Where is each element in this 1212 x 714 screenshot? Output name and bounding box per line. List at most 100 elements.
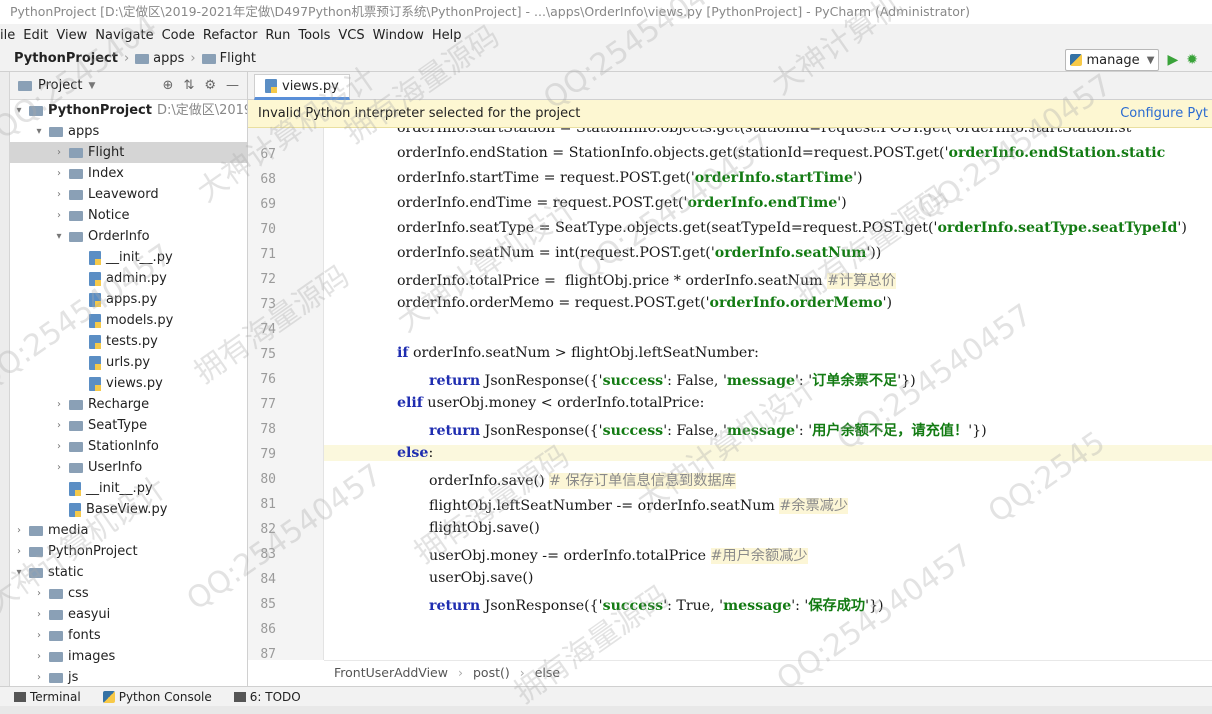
menu-help[interactable]: Help	[428, 28, 466, 43]
menu-refactor[interactable]: Refactor	[199, 28, 262, 43]
string-literal: message	[726, 423, 796, 439]
chevron-right-icon[interactable]: ›	[54, 394, 64, 415]
gear-icon[interactable]: ⚙	[204, 78, 216, 93]
tree-item[interactable]: tests.py	[10, 331, 158, 352]
tree-item[interactable]: › media	[10, 520, 89, 541]
tree-item[interactable]: ▾ OrderInfo	[10, 226, 149, 247]
tree-item[interactable]: › PythonProject	[10, 541, 138, 562]
nav-item[interactable]: Flight	[201, 51, 256, 66]
chevron-right-icon[interactable]: ›	[54, 184, 64, 205]
tree-item[interactable]: BaseView.py	[10, 499, 167, 520]
locate-icon[interactable]: ⊕	[163, 78, 174, 93]
code-line: flightObj.save()	[429, 520, 540, 536]
tree-item[interactable]: › Recharge	[10, 394, 149, 415]
menu-run[interactable]: Run	[261, 28, 294, 43]
tree-item[interactable]: __init__.py	[10, 478, 153, 499]
tree-item[interactable]: › easyui	[10, 604, 110, 625]
tree-item[interactable]: urls.py	[10, 352, 150, 373]
chevron-right-icon[interactable]: ›	[34, 583, 44, 604]
folder-icon	[69, 210, 83, 221]
chevron-right-icon[interactable]: ›	[14, 541, 24, 562]
expand-down-icon[interactable]: ▾	[14, 562, 24, 583]
chevron-right-icon[interactable]: ›	[54, 142, 64, 163]
expand-down-icon[interactable]: ▾	[14, 100, 24, 121]
tree-item[interactable]: › Notice	[10, 205, 130, 226]
tree-item[interactable]: › images	[10, 646, 115, 667]
folder-icon	[49, 651, 63, 662]
chevron-right-icon[interactable]: ›	[34, 604, 44, 625]
chevron-right-icon[interactable]: ›	[54, 436, 64, 457]
tree-item[interactable]: › SeatType	[10, 415, 147, 436]
chevron-right-icon[interactable]: ›	[54, 163, 64, 184]
menu-edit[interactable]: Edit	[19, 28, 52, 43]
breadcrumb-block[interactable]: else	[535, 665, 560, 680]
code-text: userObj.money < orderInfo.totalPrice:	[422, 395, 705, 411]
chevron-down-icon[interactable]: ▼	[88, 81, 95, 91]
code-text: ')	[1177, 220, 1187, 236]
run-icon[interactable]: ▶	[1167, 52, 1178, 68]
line-number: 84	[260, 572, 276, 587]
keyword: return	[429, 373, 481, 389]
chevron-right-icon[interactable]: ›	[34, 625, 44, 646]
string-literal: 保存成功	[808, 598, 866, 614]
tree-item[interactable]: models.py	[10, 310, 173, 331]
tree-item[interactable]: › css	[10, 583, 89, 604]
nav-project[interactable]: PythonProject	[14, 51, 118, 66]
tree-item[interactable]: ▾ apps	[10, 121, 99, 142]
expand-down-icon[interactable]: ▾	[34, 121, 44, 142]
expand-down-icon[interactable]: ▾	[54, 226, 64, 247]
tree-item-label: PythonProject	[48, 103, 152, 118]
menu-file[interactable]: ile	[0, 28, 19, 43]
run-toolbar: manage ▼ ▶ ✹	[1065, 49, 1198, 71]
code-editor[interactable]: orderInfo.startStation = StationInfo.obj…	[324, 128, 1212, 660]
tree-item-label: Flight	[88, 145, 125, 160]
tree-item[interactable]: › js	[10, 667, 78, 686]
line-number: 72	[260, 272, 276, 287]
tree-item[interactable]: admin.py	[10, 268, 167, 289]
menu-tools[interactable]: Tools	[294, 28, 334, 43]
breadcrumb-class[interactable]: FrontUserAddView	[334, 665, 448, 680]
panel-title[interactable]: Project	[38, 78, 82, 93]
tree-item[interactable]: apps.py	[10, 289, 157, 310]
tree-item[interactable]: › StationInfo	[10, 436, 159, 457]
todo-tab[interactable]: 6: TODO	[233, 690, 301, 704]
minimize-icon[interactable]: —	[226, 78, 239, 93]
tree-item[interactable]: __init__.py	[10, 247, 173, 268]
run-config-select[interactable]: manage ▼	[1065, 49, 1160, 71]
code-line: if orderInfo.seatNum > flightObj.leftSea…	[397, 345, 759, 361]
chevron-right-icon[interactable]: ›	[34, 667, 44, 686]
breadcrumb-method[interactable]: post()	[473, 665, 510, 680]
tree-item[interactable]: ▾ PythonProject D:\定做区\2019-20	[10, 100, 247, 121]
tree-item[interactable]: › Leaveword	[10, 184, 159, 205]
tree-item-label: StationInfo	[88, 439, 159, 454]
python-console-tab[interactable]: Python Console	[102, 690, 212, 704]
chevron-right-icon[interactable]: ›	[54, 205, 64, 226]
nav-folder[interactable]: apps	[135, 51, 184, 66]
tree-item[interactable]: views.py	[10, 373, 163, 394]
tree-item[interactable]: › Flight	[10, 142, 247, 163]
tree-item-label: easyui	[68, 607, 111, 622]
chevron-right-icon[interactable]: ›	[54, 457, 64, 478]
chevron-right-icon[interactable]: ›	[34, 646, 44, 667]
string-literal: success	[602, 423, 664, 439]
keyword: return	[429, 598, 481, 614]
configure-interpreter-link[interactable]: Configure Pyt	[1120, 100, 1212, 128]
python-file-icon	[265, 79, 277, 93]
debug-icon[interactable]: ✹	[1186, 52, 1198, 68]
tree-item-label: images	[68, 649, 116, 664]
chevron-right-icon[interactable]: ›	[14, 520, 24, 541]
menu-vcs[interactable]: VCS	[334, 28, 368, 43]
tree-item[interactable]: ▾ static	[10, 562, 83, 583]
chevron-right-icon[interactable]: ›	[54, 415, 64, 436]
line-number: 77	[260, 397, 276, 412]
terminal-tab[interactable]: Terminal	[14, 690, 81, 704]
tree-item[interactable]: › UserInfo	[10, 457, 142, 478]
tree-item[interactable]: › Index	[10, 163, 124, 184]
menu-view[interactable]: View	[52, 28, 91, 43]
menu-navigate[interactable]: Navigate	[91, 28, 157, 43]
menu-window[interactable]: Window	[369, 28, 428, 43]
tree-item[interactable]: › fonts	[10, 625, 101, 646]
collapse-icon[interactable]: ⇅	[183, 78, 194, 93]
tab-views-py[interactable]: views.py	[254, 74, 350, 100]
menu-code[interactable]: Code	[158, 28, 199, 43]
